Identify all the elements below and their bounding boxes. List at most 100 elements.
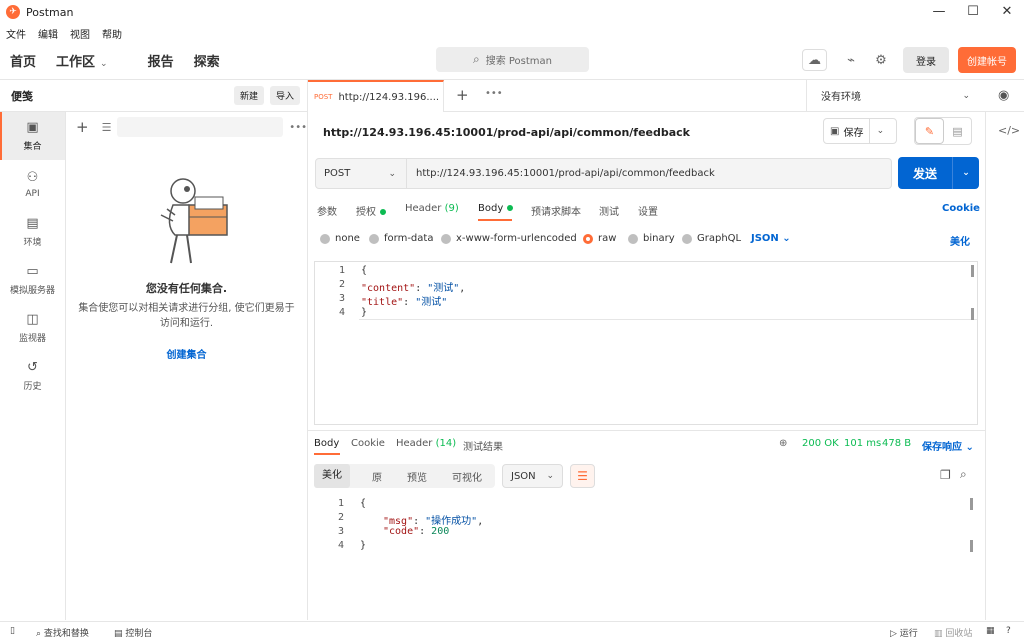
cloud-sync-icon[interactable]: ☁ bbox=[802, 49, 827, 71]
view-raw[interactable]: 原 bbox=[372, 469, 382, 484]
tab-params[interactable]: 参数 bbox=[317, 203, 337, 218]
new-tab-icon[interactable]: + bbox=[456, 86, 469, 104]
more-options-icon[interactable]: ••• bbox=[289, 122, 307, 133]
resp-tab-body[interactable]: Body bbox=[314, 438, 339, 449]
import-button[interactable]: 导入 bbox=[269, 86, 300, 105]
response-body-viewer[interactable]: 1 { 2 "msg": "操作成功", 3 "code": 200 4 } bbox=[314, 496, 978, 620]
request-body-editor[interactable]: 1 { 2 "content": "测试", 3 "title": "测试" 4… bbox=[314, 261, 978, 425]
scrollbar-marker[interactable] bbox=[971, 265, 974, 277]
save-button[interactable]: ▣ 保存 bbox=[824, 119, 871, 143]
globe-icon[interactable]: ⊕ bbox=[779, 438, 787, 449]
signup-button[interactable]: 创建帐号 bbox=[958, 47, 1016, 73]
radio-graphql[interactable]: GraphQL bbox=[682, 233, 741, 244]
request-tab[interactable]: POST http://124.93.196.... bbox=[308, 80, 444, 112]
runner-button[interactable]: ▷ 运行 bbox=[890, 626, 918, 639]
radio-urlencoded[interactable]: x-www-form-urlencoded bbox=[441, 233, 577, 244]
collection-search-input[interactable] bbox=[117, 117, 284, 137]
rail-item-mock-servers[interactable]: ▭ 模拟服务器 bbox=[0, 256, 65, 304]
find-replace-button[interactable]: ⌕ 查找和替换 bbox=[36, 626, 89, 639]
view-pretty[interactable]: 美化 bbox=[314, 464, 350, 488]
copy-icon[interactable]: ❐ bbox=[940, 468, 951, 482]
toggle-sidebar-icon[interactable]: ▯ bbox=[10, 626, 15, 636]
response-time[interactable]: 101 ms bbox=[844, 438, 881, 449]
nav-workspaces[interactable]: 工作区 ⌄ bbox=[56, 51, 128, 70]
tab-headers[interactable]: Header (9) bbox=[405, 203, 459, 214]
view-visualize[interactable]: 可视化 bbox=[452, 469, 482, 484]
tab-prerequest[interactable]: 预请求脚本 bbox=[531, 203, 581, 218]
code-text: "title": "测试" bbox=[361, 293, 447, 308]
radio-label: binary bbox=[643, 233, 675, 244]
more-tabs-icon[interactable]: ••• bbox=[485, 88, 503, 99]
keyboard-icon[interactable]: ▦ bbox=[986, 626, 995, 636]
resp-tab-headers[interactable]: Header (14) bbox=[396, 438, 456, 449]
rail-item-api[interactable]: ⚇ API bbox=[0, 160, 65, 208]
beautify-link[interactable]: 美化 bbox=[950, 233, 970, 248]
menu-edit[interactable]: 编辑 bbox=[38, 26, 58, 41]
search-icon[interactable]: ⌕ bbox=[960, 467, 967, 482]
edit-pencil-icon[interactable]: ✎ bbox=[915, 118, 944, 144]
menu-view[interactable]: 视图 bbox=[70, 26, 90, 41]
documentation-icon[interactable]: ▤ bbox=[944, 118, 971, 144]
trash-label: 回收站 bbox=[945, 629, 973, 639]
radio-none[interactable]: none bbox=[320, 233, 360, 244]
nav-reports[interactable]: 报告 bbox=[148, 51, 174, 70]
send-button[interactable]: 发送 ⌄ bbox=[898, 157, 979, 189]
radio-raw[interactable]: raw bbox=[583, 233, 616, 244]
cookies-link[interactable]: Cookie bbox=[942, 203, 980, 214]
mock-server-icon: ▭ bbox=[26, 264, 39, 279]
method-select[interactable]: POST ⌄ bbox=[315, 158, 407, 189]
new-button[interactable]: 新建 bbox=[233, 86, 264, 105]
nav-home[interactable]: 首页 bbox=[10, 51, 36, 70]
menu-file[interactable]: 文件 bbox=[6, 26, 26, 41]
view-preview[interactable]: 预览 bbox=[407, 469, 427, 484]
eye-icon[interactable]: ◉ bbox=[998, 88, 1009, 103]
menu-help[interactable]: 帮助 bbox=[102, 26, 122, 41]
resp-tab-test-results[interactable]: 测试结果 bbox=[463, 438, 503, 453]
response-format-select[interactable]: JSON ⌄ bbox=[502, 464, 563, 488]
radio-circle-selected bbox=[583, 233, 593, 244]
rail-item-monitors[interactable]: ◫ 监视器 bbox=[0, 304, 65, 352]
response-size[interactable]: 478 B bbox=[882, 438, 911, 449]
code-text: { bbox=[360, 498, 367, 509]
save-dropdown-icon[interactable]: ⌄ bbox=[870, 126, 890, 136]
tab-body[interactable]: Body bbox=[478, 203, 514, 214]
rail-item-collections[interactable]: ▣ 集合 bbox=[0, 112, 65, 160]
add-collection-icon[interactable]: + bbox=[76, 118, 89, 136]
help-icon[interactable]: ? bbox=[1006, 626, 1011, 636]
login-button[interactable]: 登录 bbox=[903, 47, 949, 73]
tab-auth[interactable]: 授权 bbox=[356, 203, 386, 218]
minimize-button[interactable]: — bbox=[922, 0, 956, 24]
filter-icon[interactable]: ☰ bbox=[102, 121, 112, 134]
tab-settings[interactable]: 设置 bbox=[638, 203, 658, 218]
global-search[interactable]: ⌕ 搜索 Postman bbox=[436, 47, 589, 72]
status-bar: ▯ ⌕ 查找和替换 ▤ 控制台 ▷ 运行 ▥ 回收站 ▦ ? bbox=[0, 621, 1024, 641]
close-button[interactable]: ✕ bbox=[990, 0, 1024, 24]
maximize-button[interactable]: ☐ bbox=[956, 0, 990, 24]
response-divider[interactable] bbox=[308, 430, 985, 431]
send-dropdown-icon[interactable]: ⌄ bbox=[952, 157, 979, 189]
tab-tests[interactable]: 测试 bbox=[599, 203, 619, 218]
url-input[interactable]: http://124.93.196.45:10001/prod-api/api/… bbox=[407, 158, 892, 189]
wrap-lines-icon[interactable]: ☰ bbox=[570, 464, 595, 488]
create-collection-link[interactable]: 创建集合 bbox=[66, 346, 307, 361]
console-button[interactable]: ▤ 控制台 bbox=[114, 626, 152, 639]
scrollbar-marker[interactable] bbox=[970, 540, 973, 552]
environment-select[interactable]: 没有环境 ⌄ bbox=[806, 80, 982, 111]
save-response-button[interactable]: 保存响应 ⌄ bbox=[922, 438, 974, 453]
body-format-select[interactable]: JSON ⌄ bbox=[751, 233, 791, 244]
radio-form-data[interactable]: form-data bbox=[369, 233, 433, 244]
trash-button[interactable]: ▥ 回收站 bbox=[934, 626, 972, 639]
gear-icon[interactable]: ⚙ bbox=[867, 47, 895, 73]
scrollbar-marker[interactable] bbox=[971, 308, 974, 320]
response-status[interactable]: 200 OK bbox=[802, 438, 839, 449]
radio-label: form-data bbox=[384, 233, 434, 244]
code-snippet-icon[interactable]: </> bbox=[998, 124, 1020, 137]
rail-item-environments[interactable]: ▤ 环境 bbox=[0, 208, 65, 256]
rail-item-history[interactable]: ↺ 历史 bbox=[0, 352, 65, 400]
nav-explore[interactable]: 探索 bbox=[194, 51, 220, 70]
scrollbar-marker[interactable] bbox=[970, 498, 973, 510]
resp-tab-cookies[interactable]: Cookie bbox=[351, 438, 385, 449]
satellite-icon[interactable]: ⌁ bbox=[837, 47, 865, 73]
collections-icon: ▣ bbox=[26, 120, 39, 135]
radio-binary[interactable]: binary bbox=[628, 233, 675, 244]
